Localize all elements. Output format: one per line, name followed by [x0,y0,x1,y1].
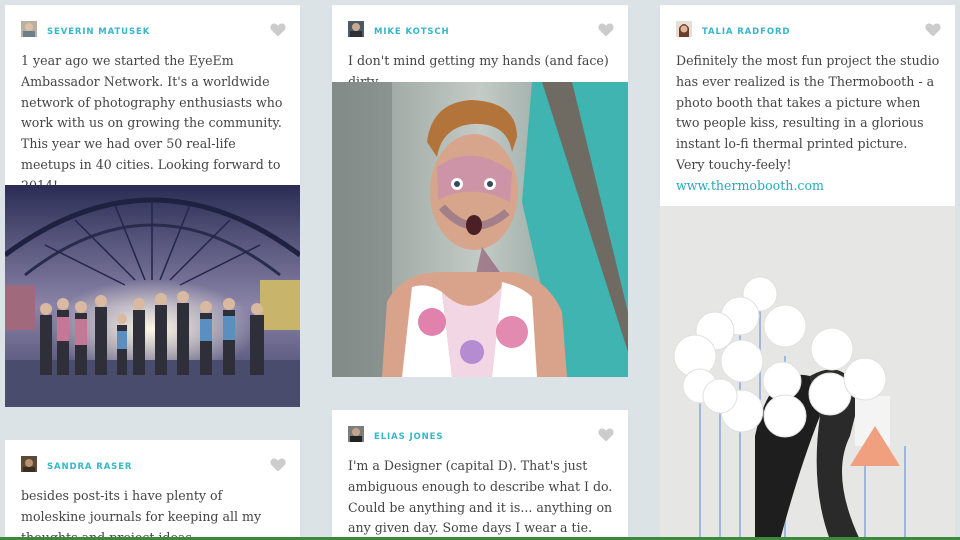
post-card-mike: MIKE KOTSCH I don't mind getting my hand… [332,5,628,377]
post-photo[interactable] [332,82,628,377]
post-link[interactable]: www.thermobooth.com [676,178,824,193]
post-text: besides post-its i have plenty of molesk… [5,486,300,540]
heart-icon[interactable] [270,457,286,472]
heart-icon[interactable] [598,22,614,37]
post-text: Definitely the most fun project the stud… [660,51,955,197]
post-card-talia: TALIA RADFORD Definitely the most fun pr… [660,5,955,540]
post-text: 1 year ago we started the EyeEm Ambassad… [5,51,300,197]
post-paragraph: I'm a Designer (capital D). That's just … [348,458,613,536]
post-photo[interactable] [660,206,955,540]
post-paragraph: Definitely the most fun project the stud… [676,53,940,152]
post-card-sandra: SANDRA RASER besides post-its i have ple… [5,440,300,540]
author-name[interactable]: MIKE KOTSCH [374,27,450,37]
group-photo-train-station [5,185,300,407]
avatar[interactable] [676,21,692,37]
card-header: TALIA RADFORD [660,5,955,51]
card-header: SEVERIN MATUSEK [5,5,300,51]
thermobooth-installation [660,206,955,540]
avatar[interactable] [348,426,364,442]
avatar[interactable] [21,456,37,472]
post-photo[interactable] [5,185,300,407]
post-text: I'm a Designer (capital D). That's just … [332,456,628,540]
post-card-severin: SEVERIN MATUSEK 1 year ago we started th… [5,5,300,407]
heart-icon[interactable] [270,22,286,37]
author-name[interactable]: TALIA RADFORD [702,27,790,37]
card-header: ELIAS JONES [332,410,628,456]
post-paragraph: Very touchy-feely! [676,156,792,172]
post-paragraph: 1 year ago we started the EyeEm Ambassad… [21,53,283,193]
post-paragraph: besides post-its i have plenty of molesk… [21,488,262,540]
heart-icon[interactable] [598,427,614,442]
post-card-elias: ELIAS JONES I'm a Designer (capital D). … [332,410,628,540]
author-name[interactable]: SANDRA RASER [47,462,132,472]
heart-icon[interactable] [925,22,941,37]
card-header: MIKE KOTSCH [332,5,628,51]
selfie-paint-covered [332,82,628,377]
author-name[interactable]: ELIAS JONES [374,432,443,442]
card-header: SANDRA RASER [5,440,300,486]
avatar[interactable] [21,21,37,37]
avatar[interactable] [348,21,364,37]
author-name[interactable]: SEVERIN MATUSEK [47,27,150,37]
